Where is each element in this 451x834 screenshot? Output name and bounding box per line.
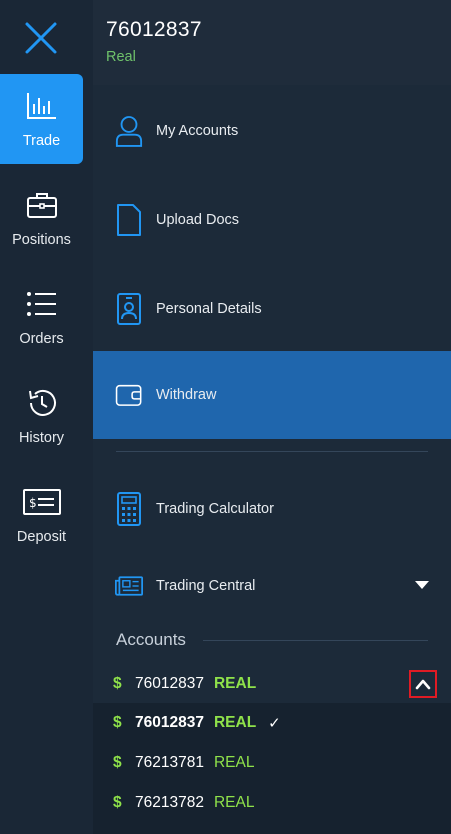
account-list-item[interactable]: $ 76213782 REAL [93, 783, 451, 823]
collapse-accounts-button[interactable] [409, 670, 437, 698]
dollar-icon: $ [113, 794, 122, 811]
svg-text:$: $ [29, 496, 37, 510]
menu-trading-calculator-label: Trading Calculator [156, 500, 274, 517]
id-badge-icon [115, 292, 143, 326]
account-type: REAL [213, 754, 255, 771]
account-list-item[interactable]: $ 76012837 REAL ✓ [93, 703, 451, 743]
chart-bars-icon [26, 90, 58, 122]
account-type: REAL [213, 714, 257, 731]
list-icon [26, 288, 58, 320]
menu-my-accounts[interactable]: My Accounts [93, 86, 451, 175]
dollar-icon: $ [113, 714, 122, 731]
nav-history[interactable]: History [0, 371, 83, 461]
menu-upload-docs[interactable]: Upload Docs [93, 175, 451, 264]
calculator-icon [115, 491, 143, 527]
account-number: 76213782 [135, 794, 204, 811]
menu-trading-central[interactable]: Trading Central [93, 548, 451, 624]
nav-trade-label: Trade [22, 133, 61, 149]
accounts-heading: Accounts [116, 630, 186, 649]
menu-trading-central-label: Trading Central [156, 578, 256, 594]
header-account-type: Real [106, 49, 136, 65]
nav-trade[interactable]: Trade [0, 74, 83, 164]
nav-positions[interactable]: Positions [0, 173, 83, 263]
account-number: 76213781 [135, 754, 204, 771]
nav-deposit-label: Deposit [16, 529, 67, 545]
nav-positions-label: Positions [12, 232, 71, 248]
menu-personal-details-label: Personal Details [156, 300, 262, 317]
close-icon[interactable] [22, 20, 60, 56]
nav-history-label: History [18, 430, 65, 446]
menu-upload-docs-label: Upload Docs [156, 211, 240, 228]
account-switcher-summary[interactable]: $ 76012837 REAL [93, 664, 451, 704]
chevron-down-icon[interactable] [415, 581, 429, 589]
nav-deposit[interactable]: $ Deposit [0, 470, 83, 560]
nav-orders-label: Orders [19, 331, 64, 347]
menu-divider [116, 451, 428, 452]
user-icon [115, 114, 143, 148]
menu-personal-details[interactable]: Personal Details [93, 264, 451, 353]
list-bottom-edge [93, 823, 451, 834]
header-account-number: 76012837 [106, 18, 202, 41]
menu-trading-calculator[interactable]: Trading Calculator [93, 464, 451, 553]
nav-orders[interactable]: Orders [0, 272, 83, 362]
chevron-up-icon [415, 679, 431, 690]
account-type: REAL [213, 794, 255, 811]
menu-withdraw-label: Withdraw [156, 387, 217, 403]
summary-account-number: 76012837 [135, 675, 204, 692]
account-header: 76012837 Real [93, 0, 451, 85]
account-number: 76012837 [135, 714, 204, 731]
wallet-icon [115, 380, 143, 410]
dollar-icon: $ [113, 754, 122, 771]
account-list-item[interactable]: $ 76213781 REAL [93, 743, 451, 783]
history-icon [26, 387, 58, 419]
dollar-icon: $ [113, 675, 122, 692]
accounts-divider [203, 640, 428, 641]
menu-withdraw[interactable]: Withdraw [93, 351, 451, 439]
check-icon: ✓ [268, 715, 281, 732]
document-icon [115, 203, 143, 237]
account-menu-panel: 76012837 Real My Accounts Upload Docs Pe… [93, 0, 451, 834]
summary-account-type: REAL [213, 675, 257, 692]
newspaper-icon [115, 574, 143, 598]
side-nav-rail: Trade Positions Orders History $ Deposit [0, 0, 93, 834]
menu-my-accounts-label: My Accounts [156, 122, 239, 139]
briefcase-icon [26, 189, 58, 221]
cheque-icon: $ [22, 486, 61, 518]
